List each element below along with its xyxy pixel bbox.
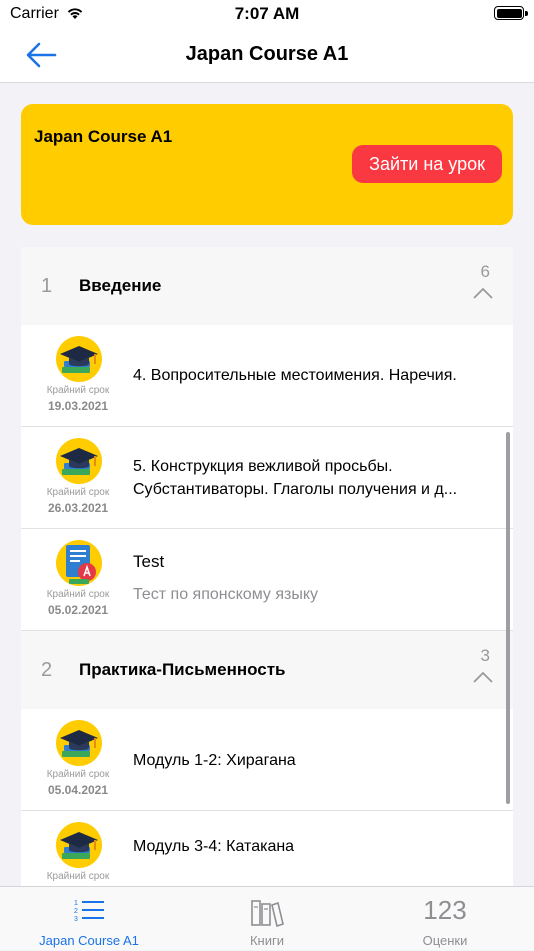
enter-lesson-button[interactable]: Зайти на урок (352, 145, 502, 183)
tab-label: Книги (249, 933, 285, 948)
lesson-row[interactable]: Крайний срок 26.03.2021 5. Конструкция в… (21, 427, 513, 529)
tab-books[interactable]: Книги (200, 887, 334, 951)
svg-text:3: 3 (74, 916, 78, 923)
tab-label: Japan Course A1 (39, 933, 139, 948)
course-card-title: Japan Course A1 (34, 127, 173, 146)
section-count: 6 (480, 262, 490, 281)
status-bar: Carrier 7:07 AM (0, 0, 534, 28)
deadline-label: Крайний срок (46, 487, 110, 498)
svg-text:1: 1 (74, 900, 78, 907)
graduation-cap-icon (56, 438, 102, 484)
tab-label: Оценки (422, 933, 468, 948)
lesson-subtitle: Тест по японскому языку (133, 586, 318, 603)
navigation-bar: Japan Course A1 (0, 28, 534, 83)
lesson-row[interactable]: Крайний срок 05.04.2021 Модуль 1-2: Хира… (21, 709, 513, 811)
svg-text:2: 2 (74, 908, 78, 915)
section-title: Введение (79, 276, 162, 295)
section-header[interactable]: 2 Практика-Письменность 3 (21, 631, 513, 709)
deadline-label: Крайний срок (46, 871, 110, 882)
deadline-label: Крайний срок (46, 769, 110, 780)
graduation-cap-icon (56, 720, 102, 766)
lesson-title-continued: Субстантиваторы. Глаголы получения и д..… (133, 481, 458, 498)
section-count: 3 (480, 646, 490, 665)
section-title: Практика-Письменность (79, 660, 286, 679)
lesson-title: Test (133, 552, 165, 571)
section-number: 1 (41, 275, 53, 297)
test-document-icon (56, 540, 102, 586)
chevron-up-icon[interactable] (473, 671, 493, 683)
deadline-date: 05.04.2021 (47, 783, 109, 797)
books-icon (251, 900, 284, 927)
course-card: Japan Course A1 Зайти на урок (21, 104, 513, 225)
lesson-title: Модуль 1-2: Хирагана (133, 752, 296, 769)
scroll-indicator[interactable] (506, 432, 510, 804)
battery-icon (494, 6, 528, 20)
tab-course[interactable]: 1 2 3 Japan Course A1 (20, 887, 158, 951)
numbered-list-icon: 1 2 3 (74, 900, 104, 923)
graduation-cap-icon (56, 822, 102, 868)
deadline-date: 05.02.2021 (47, 603, 109, 617)
lesson-title: 4. Вопросительные местоимения. Наречия. (133, 367, 457, 384)
tab-grades[interactable]: 123 Оценки (378, 887, 512, 951)
deadline-label: Крайний срок (46, 589, 110, 600)
section-header[interactable]: 1 Введение 6 (21, 247, 513, 325)
lesson-title: 5. Конструкция вежливой просьбы. (133, 458, 393, 475)
tab-bar: 1 2 3 Japan Course A1 Книги 123 Оценки (0, 886, 534, 950)
lesson-row[interactable]: Крайний срок Модуль 3-4: Катакана (21, 811, 513, 887)
chevron-up-icon[interactable] (473, 287, 493, 299)
lesson-list[interactable]: 1 Введение 6 Крайний срок 19.03.2021 4. … (21, 247, 513, 887)
section-number: 2 (41, 659, 53, 681)
deadline-date: 19.03.2021 (47, 399, 109, 413)
status-time: 7:07 AM (234, 4, 300, 23)
graduation-cap-icon (56, 336, 102, 382)
page-title: Japan Course A1 (185, 43, 349, 65)
grades-icon: 123 (423, 895, 467, 925)
deadline-date: 26.03.2021 (47, 501, 109, 515)
lesson-row[interactable]: Крайний срок 05.02.2021 Test Тест по япо… (21, 529, 513, 631)
deadline-label: Крайний срок (46, 385, 110, 396)
lesson-row[interactable]: Крайний срок 19.03.2021 4. Вопросительны… (21, 325, 513, 427)
lesson-title: Модуль 3-4: Катакана (133, 838, 295, 855)
